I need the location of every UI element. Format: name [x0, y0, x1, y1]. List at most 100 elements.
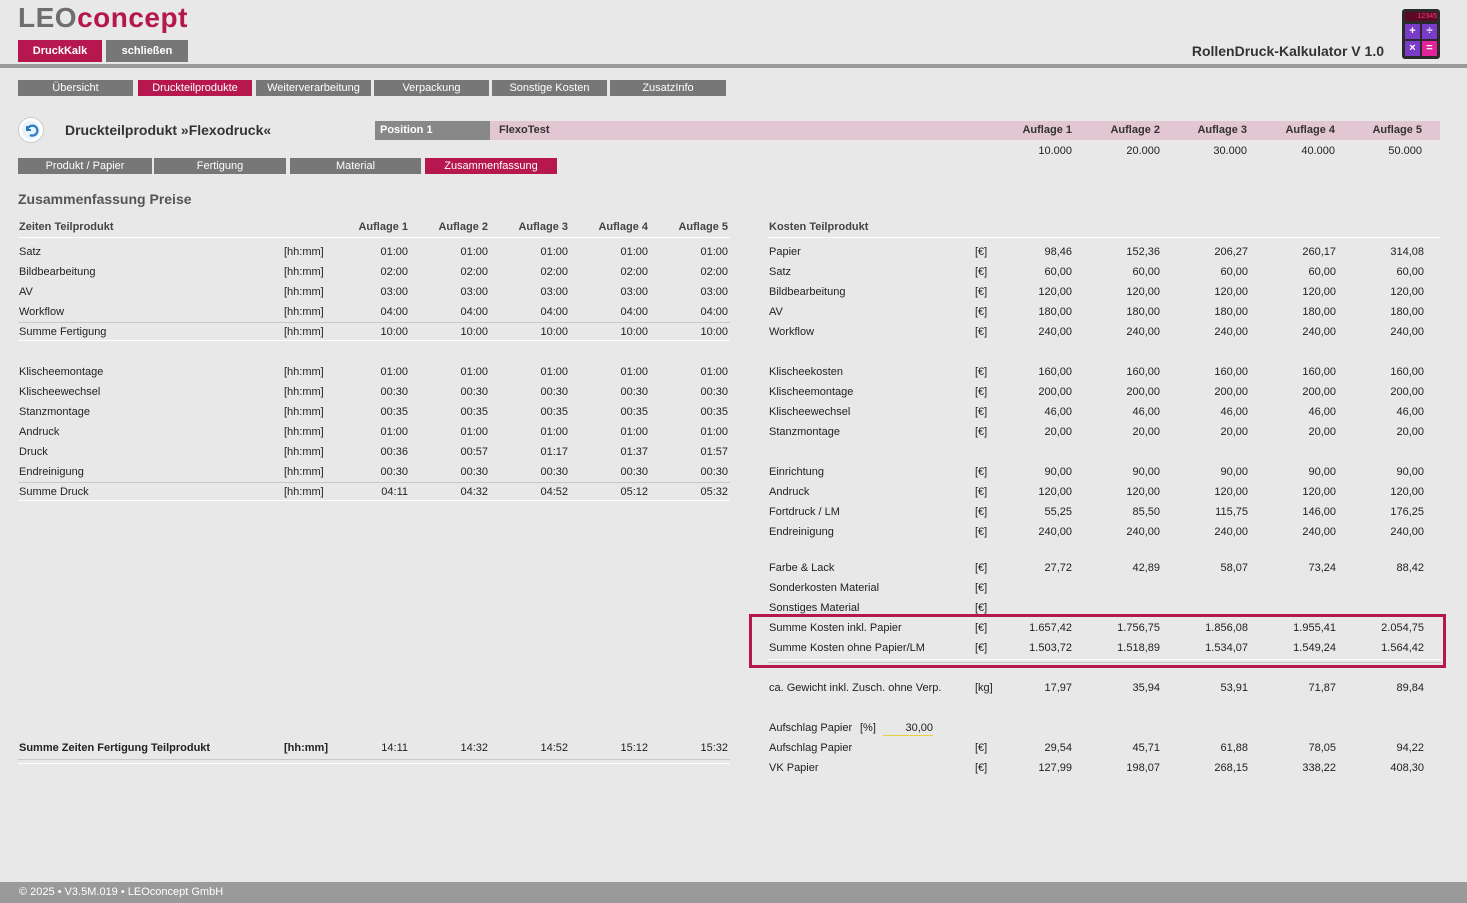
druckkalk-button[interactable]: DruckKalk [18, 40, 102, 62]
subtab-1[interactable]: Fertigung [154, 158, 286, 174]
aufschlag-row-unit: [€] [975, 762, 988, 774]
aufschlag-row-value: 268,15 [1214, 762, 1248, 774]
zeiten-row-value: 04:00 [540, 306, 568, 318]
kosten-row-value: 180,00 [1038, 306, 1072, 318]
zeiten-row-value: 04:00 [700, 306, 728, 318]
kosten-row-value: 160,00 [1214, 366, 1248, 378]
zeiten-row-value: 01:00 [700, 366, 728, 378]
tab-2[interactable]: Weiterverarbeitung [256, 80, 371, 96]
kosten-row-value: 180,00 [1390, 306, 1424, 318]
aufschlag-row-value: 61,88 [1220, 742, 1248, 754]
kosten-row-value: 60,00 [1308, 266, 1336, 278]
zeiten-row-value: 04:52 [540, 486, 568, 498]
divider [18, 340, 730, 341]
position-label[interactable]: Position 1 [375, 121, 490, 140]
kosten-row-unit: [€] [975, 602, 988, 614]
kosten-row-unit: [€] [975, 386, 988, 398]
zeiten-row-unit: [hh:mm] [284, 266, 324, 278]
back-icon[interactable] [18, 117, 44, 143]
zeiten-row-value: 10:00 [380, 326, 408, 338]
zeiten-row-value: 02:00 [620, 266, 648, 278]
zeiten-row-value: 05:12 [620, 486, 648, 498]
kosten-row-value: 90,00 [1220, 466, 1248, 478]
zeiten-row-unit: [hh:mm] [284, 466, 324, 478]
kosten-row-value: 240,00 [1302, 326, 1336, 338]
aufschlag-row-label: Aufschlag Papier [769, 742, 853, 754]
divider [18, 237, 730, 238]
kosten-row-value: 160,00 [1390, 366, 1424, 378]
kosten-row-value: 160,00 [1302, 366, 1336, 378]
zeiten-row-value: 01:00 [380, 366, 408, 378]
kosten-row-unit: [€] [975, 426, 988, 438]
kosten-row-value: 60,00 [1132, 266, 1160, 278]
zeiten-row-label: Stanzmontage [19, 406, 90, 418]
zeiten-row-value: 00:57 [460, 446, 488, 458]
kosten-row-label: Fortdruck / LM [769, 506, 840, 518]
kosten-row-value: 120,00 [1126, 486, 1160, 498]
divider [18, 500, 730, 501]
zeiten-row-value: 03:00 [700, 286, 728, 298]
zeiten-row-value: 00:30 [540, 466, 568, 478]
kosten-row-label: Andruck [769, 486, 810, 498]
zeiten-row-value: 01:00 [540, 366, 568, 378]
zeiten-row-label: Endreinigung [19, 466, 84, 478]
kosten-row-label: Sonderkosten Material [769, 582, 880, 594]
zeiten-row-value: 01:00 [540, 426, 568, 438]
aufschlag-row-value: 338,22 [1302, 762, 1336, 774]
kosten-row-value: 46,00 [1220, 406, 1248, 418]
tab-5[interactable]: ZusatzInfo [610, 80, 726, 96]
zeiten-row-value: 02:00 [540, 266, 568, 278]
kosten-row-value [1090, 581, 1160, 595]
zeiten-row-value: 03:00 [380, 286, 408, 298]
kosten-row-label: Endreinigung [769, 526, 834, 538]
divider [18, 763, 730, 764]
zeiten-row-value: 00:30 [540, 386, 568, 398]
auflage-value-2: 20.000 [1126, 145, 1160, 157]
gewicht-row-value: 17,97 [1044, 682, 1072, 694]
zeiten-row-value: 05:32 [700, 486, 728, 498]
tab-3[interactable]: Verpackung [374, 80, 489, 96]
zeiten-row-value: 00:30 [620, 386, 648, 398]
tab-0[interactable]: Übersicht [18, 80, 133, 96]
kosten-row-value: 120,00 [1302, 286, 1336, 298]
divider [18, 322, 730, 323]
kosten-row-label: Sonstiges Material [769, 602, 860, 614]
kosten-row-unit: [€] [975, 506, 988, 518]
aufschlag-percent-input[interactable]: 30,00 [883, 721, 933, 736]
kosten-row-value: 20,00 [1308, 426, 1336, 438]
footer: © 2025 • V3.5M.019 • LEOconcept GmbH [0, 882, 1467, 903]
zeiten-total-value: 14:52 [540, 742, 568, 754]
kosten-row-value: 240,00 [1214, 326, 1248, 338]
kosten-row-value: 146,00 [1302, 506, 1336, 518]
calculator-icon[interactable]: 12345 + ÷ × = [1402, 9, 1440, 59]
kosten-row-unit: [€] [975, 306, 988, 318]
zeiten-row-value: 01:37 [620, 446, 648, 458]
kosten-row-unit: [€] [975, 562, 988, 574]
zeiten-row-value: 04:32 [460, 486, 488, 498]
kosten-row-value: 200,00 [1302, 386, 1336, 398]
subtab-3[interactable]: Zusammenfassung [425, 158, 557, 174]
zeiten-row-value: 01:00 [380, 246, 408, 258]
zeiten-row-value: 03:00 [540, 286, 568, 298]
zeiten-row-value: 04:11 [381, 486, 408, 498]
kosten-row-label: Satz [769, 266, 792, 278]
kosten-row-value: 20,00 [1220, 426, 1248, 438]
kosten-row-value: 46,00 [1132, 406, 1160, 418]
schliessen-button[interactable]: schließen [106, 40, 188, 62]
kosten-row-value: 60,00 [1044, 266, 1072, 278]
kosten-row-label: AV [769, 306, 783, 318]
subtab-2[interactable]: Material [290, 158, 421, 174]
zeiten-row-label: Klischeemontage [19, 366, 104, 378]
zeiten-total-value: 15:32 [700, 742, 728, 754]
kosten-row-value [1354, 601, 1424, 615]
zeiten-total-label: Summe Zeiten Fertigung Teilprodukt [19, 742, 211, 754]
subtab-0[interactable]: Produkt / Papier [18, 158, 152, 174]
kosten-row-value: 176,25 [1390, 506, 1424, 518]
kosten-row-value: 240,00 [1390, 326, 1424, 338]
zeiten-col-4: Auflage 4 [598, 221, 648, 233]
kosten-row-unit: [€] [975, 246, 988, 258]
zeiten-row-value: 00:30 [700, 386, 728, 398]
multiply-key-icon: × [1405, 41, 1420, 56]
tab-4[interactable]: Sonstige Kosten [492, 80, 607, 96]
tab-1[interactable]: Druckteilprodukte [138, 80, 252, 96]
